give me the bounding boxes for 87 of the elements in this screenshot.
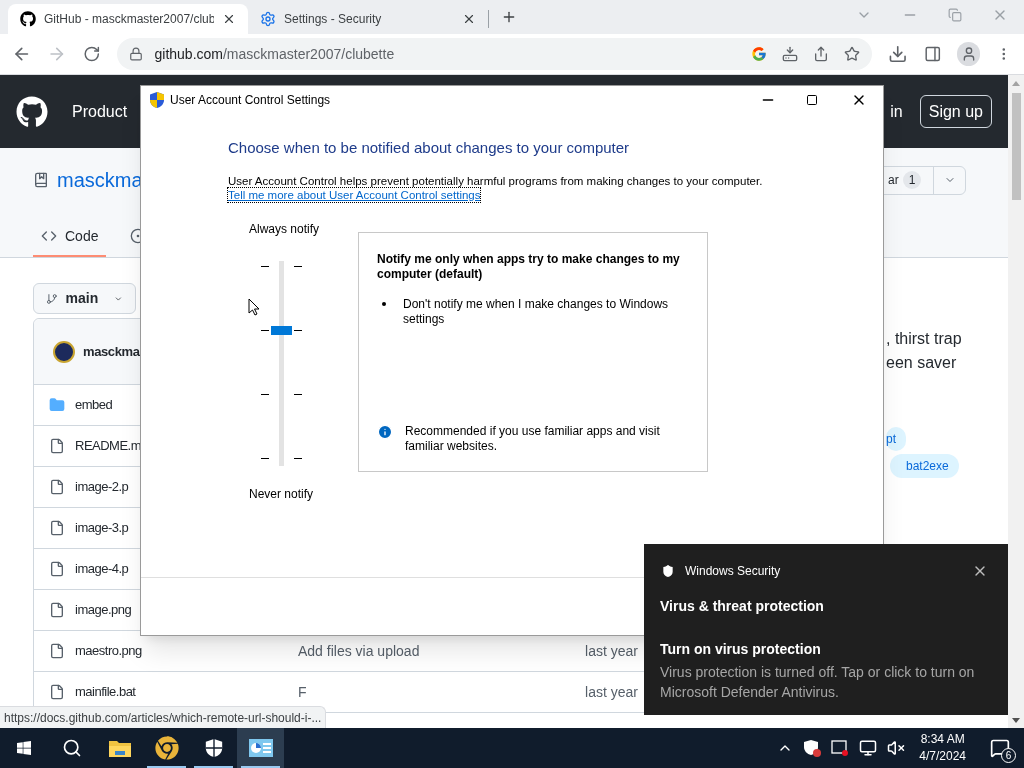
branch-button[interactable]: main <box>33 283 136 314</box>
tab-title: Settings - Security <box>284 11 383 28</box>
uac-shield-icon <box>149 91 165 109</box>
shield-warning-icon[interactable] <box>803 739 822 757</box>
toast-body: Virus protection is turned off. Tap or click to turn on Microsoft Defender Antivirus. <box>660 663 976 702</box>
scrollbar[interactable] <box>1008 75 1024 728</box>
shield-icon <box>203 738 224 758</box>
network-icon[interactable] <box>859 739 878 757</box>
file-icon <box>49 479 65 495</box>
share-icon[interactable] <box>813 46 830 62</box>
github-logo-icon <box>20 11 36 27</box>
commit-message[interactable]: Add files via upload <box>298 640 420 662</box>
address-field[interactable]: github.com/masckmaster2007/clubette <box>116 38 873 70</box>
shield-icon <box>660 563 676 579</box>
muted-speaker-icon[interactable] <box>887 739 906 757</box>
file-icon <box>49 602 65 618</box>
settings-icon <box>260 11 276 27</box>
google-icon[interactable] <box>751 46 768 62</box>
commit-message[interactable]: F <box>298 681 307 703</box>
commit-time: last year <box>585 641 638 661</box>
commit-author[interactable]: masckma <box>83 341 140 362</box>
side-panel-icon[interactable] <box>923 45 942 63</box>
help-link[interactable]: Tell me more about User Account Control settings <box>228 187 481 202</box>
sign-in-link[interactable]: in <box>890 99 903 124</box>
window-title: User Account Control Settings <box>170 92 331 109</box>
topic-tag[interactable]: bat2exe <box>890 454 959 478</box>
panel-title: Notify me only when apps try to make changes to my computer (default) <box>377 251 681 282</box>
notification-icon[interactable] <box>990 738 1010 758</box>
star-count: 1 <box>902 171 922 189</box>
download-icon[interactable] <box>888 44 908 64</box>
repo-owner-link[interactable]: masckma <box>57 165 143 195</box>
info-icon <box>377 423 393 440</box>
scroll-down-icon[interactable] <box>1012 718 1020 723</box>
status-bubble: https://docs.github.com/articles/which-remote-url-should-i-... <box>0 706 327 728</box>
commit-time: last year <box>585 682 638 702</box>
folder-icon <box>49 397 65 413</box>
close-icon[interactable] <box>462 12 476 26</box>
slider-top-label: Always notify <box>249 220 321 238</box>
about-text: een saver <box>886 353 958 373</box>
taskbar-app[interactable] <box>237 728 284 768</box>
reload-icon[interactable] <box>82 45 101 63</box>
notification-badge: 6 <box>1001 748 1016 763</box>
windows-logo-icon <box>16 740 32 756</box>
repo-icon <box>33 172 49 188</box>
profile-avatar[interactable] <box>957 42 981 66</box>
toast-title: Virus & threat protection <box>660 597 825 616</box>
maximize-icon[interactable] <box>806 94 818 106</box>
browser-tab[interactable]: GitHub - masckmaster2007/club <box>8 4 248 34</box>
toast-app-name: Windows Security <box>685 563 781 580</box>
about-text: , thirst trap <box>886 329 963 349</box>
chrome-icon <box>154 736 179 760</box>
dialog-heading: Choose when to be notified about changes to your computer <box>228 138 631 158</box>
file-name[interactable]: mainfile.bat <box>75 682 298 702</box>
slider-bottom-label: Never notify <box>249 485 315 503</box>
file-icon <box>49 520 65 536</box>
tab-title: GitHub - masckmaster2007/club <box>44 11 214 28</box>
control-panel-icon <box>247 738 274 758</box>
file-name[interactable]: maestro.png <box>75 641 298 661</box>
clock[interactable]: 8:34 AM 4/7/2024 <box>915 731 970 765</box>
file-icon <box>49 643 65 659</box>
code-icon <box>41 228 57 244</box>
close-icon[interactable] <box>222 12 236 26</box>
topic-tag[interactable]: pt <box>886 427 906 451</box>
search-icon <box>62 738 82 758</box>
nav-link[interactable]: Product <box>72 99 128 124</box>
browser-tab[interactable]: Settings - Security <box>248 4 488 34</box>
github-logo-icon[interactable] <box>16 95 48 128</box>
mouse-cursor-icon <box>248 298 260 316</box>
panel-note: Recommended if you use familiar apps and visit familiar websites. <box>405 423 661 454</box>
panel-bullet: Don't notify me when I make changes to Windows settings <box>403 296 670 327</box>
file-icon <box>49 684 65 700</box>
lock-icon <box>128 47 143 61</box>
install-icon[interactable] <box>782 46 799 62</box>
file-icon <box>49 561 65 577</box>
bookmark-star-icon[interactable] <box>844 46 861 62</box>
scroll-thumb[interactable] <box>1011 93 1021 200</box>
folder-icon <box>107 738 132 758</box>
toast-subtitle: Turn on virus protection <box>660 640 822 659</box>
code-tab[interactable]: Code <box>33 217 107 257</box>
dialog-description: User Account Control helps prevent potentially harmful programs from making changes to your computer. <box>228 173 764 188</box>
slider-thumb[interactable] <box>271 325 292 335</box>
new-tab-icon[interactable] <box>501 9 517 25</box>
screen-sync-icon[interactable] <box>831 739 850 757</box>
file-icon <box>49 438 65 454</box>
notification-toast[interactable]: Windows Security Virus & threat protection Turn on virus protection Virus protection is turned off. Tap or click to turn on Microsoft Defender Antivirus. <box>644 544 1008 715</box>
sign-up-button[interactable]: Sign up <box>919 95 992 128</box>
avatar <box>53 340 75 363</box>
